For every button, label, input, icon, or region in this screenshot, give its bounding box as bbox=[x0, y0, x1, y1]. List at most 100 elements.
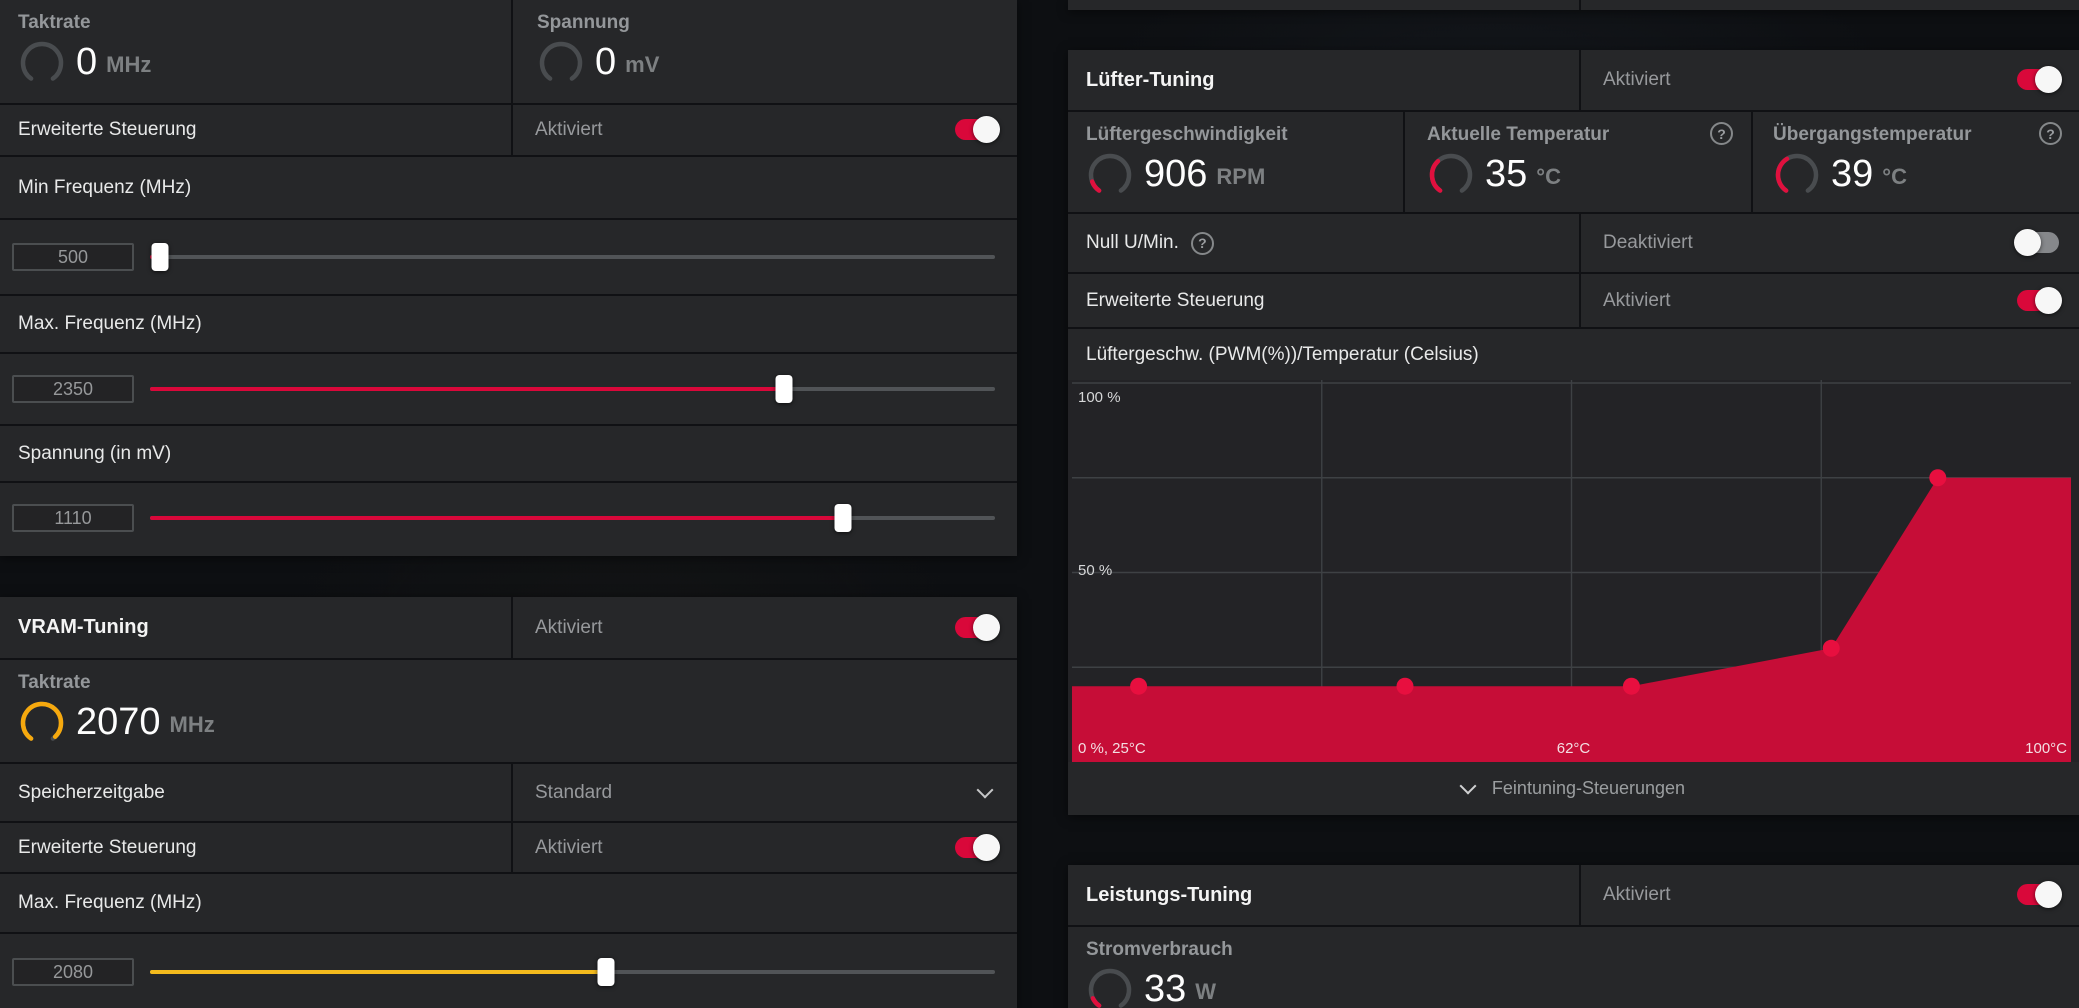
gpu-clock-gauge-icon bbox=[18, 38, 66, 86]
junction-temp-label: Übergangstemperatur bbox=[1773, 124, 1972, 145]
xlabel-right: 100°C bbox=[2025, 740, 2067, 757]
slider-handle[interactable] bbox=[775, 375, 793, 403]
voltage-slider-label: Spannung (in mV) bbox=[18, 442, 172, 464]
vram-enable-toggle[interactable] bbox=[955, 613, 1000, 641]
fan-advanced-toggle[interactable] bbox=[2017, 286, 2062, 314]
fan-advanced-row: Erweiterte Steuerung Aktiviert bbox=[1068, 274, 2079, 327]
slider-track[interactable] bbox=[150, 387, 995, 391]
slider-handle[interactable] bbox=[597, 958, 615, 986]
gpu-clock-value: 0 bbox=[76, 40, 98, 83]
current-temp-gauge-icon bbox=[1427, 150, 1475, 198]
gpu-clock-cell: Taktrate 0 MHz bbox=[0, 0, 511, 103]
fan-tuning-card: Lüfter-Tuning Aktiviert Lüftergeschwindi… bbox=[1068, 50, 2079, 815]
voltage-value-box[interactable]: 1110 bbox=[12, 504, 134, 532]
gpu-clock-label: Taktrate bbox=[18, 12, 91, 33]
vram-max-freq-label: Max. Frequenz (MHz) bbox=[18, 892, 202, 913]
current-temp-value: 35 bbox=[1485, 152, 1528, 195]
fan-advanced-label: Erweiterte Steuerung bbox=[1086, 289, 1265, 311]
voltage-slider[interactable] bbox=[150, 483, 995, 553]
vram-max-freq-slider[interactable] bbox=[150, 934, 995, 1008]
fan-speed-gauge-icon bbox=[1086, 150, 1134, 198]
gpu-advanced-label: Erweiterte Steuerung bbox=[18, 119, 197, 140]
max-freq-label: Max. Frequenz (MHz) bbox=[18, 313, 202, 334]
power-enable-toggle[interactable] bbox=[2017, 881, 2062, 908]
power-title: Leistungs-Tuning bbox=[1086, 883, 1253, 906]
previous-card-edge bbox=[1068, 0, 2079, 10]
fan-curve-point[interactable] bbox=[1822, 639, 1840, 657]
fine-tuning-expander[interactable]: Feintuning-Steuerungen bbox=[1068, 762, 2079, 815]
vram-clock-gauge-icon bbox=[18, 698, 66, 746]
vram-clock-row: Taktrate 2070 MHz bbox=[0, 660, 1017, 762]
vram-state: Aktiviert bbox=[535, 616, 603, 638]
vram-clock-unit: MHz bbox=[169, 711, 215, 737]
power-consumption-value: 33 bbox=[1144, 967, 1187, 1008]
gpu-voltage-value: 0 bbox=[595, 40, 617, 83]
vram-max-freq-value-box[interactable]: 2080 bbox=[12, 958, 134, 986]
gpu-voltage-unit: mV bbox=[625, 51, 660, 77]
chevron-down-icon bbox=[1459, 777, 1477, 794]
xlabel-mid: 62°C bbox=[1556, 740, 1591, 757]
vram-advanced-row: Erweiterte Steuerung Aktiviert bbox=[0, 823, 1017, 872]
gpu-advanced-row: Erweiterte Steuerung Aktiviert bbox=[0, 105, 1017, 155]
fan-speed-value: 906 bbox=[1144, 152, 1208, 195]
fan-curve-chart[interactable]: 100 % 50 % 0 %, 25°C 62°C 100°C bbox=[1068, 380, 2079, 762]
gpu-gauges-row: Taktrate 0 MHz Spannung 0 mV bbox=[0, 0, 1017, 103]
slider-track[interactable] bbox=[150, 970, 995, 974]
slider-handle[interactable] bbox=[151, 243, 169, 271]
max-freq-slider-row: 2350 bbox=[0, 354, 1017, 424]
fan-curve-point[interactable] bbox=[1622, 677, 1640, 695]
gpu-advanced-toggle[interactable] bbox=[955, 116, 1000, 143]
memory-timing-row: Speicherzeitgabe Standard bbox=[0, 764, 1017, 821]
power-header-row: Leistungs-Tuning Aktiviert bbox=[1068, 865, 2079, 925]
help-icon[interactable]: ? bbox=[1190, 231, 1214, 255]
ytick-100: 100 % bbox=[1078, 389, 1121, 406]
min-freq-slider-row: 500 bbox=[0, 220, 1017, 294]
power-consumption-unit: W bbox=[1195, 978, 1217, 1004]
voltage-slider-label-row: Spannung (in mV) bbox=[0, 426, 1017, 481]
current-temp-cell: Aktuelle Temperatur ? 35 °C bbox=[1403, 112, 1749, 212]
junction-temp-value: 39 bbox=[1831, 152, 1874, 195]
vram-clock-label: Taktrate bbox=[18, 672, 91, 693]
zero-rpm-row: Null U/Min. ? Deaktiviert bbox=[1068, 214, 2079, 272]
chevron-down-icon[interactable] bbox=[976, 781, 994, 798]
vram-header-row: VRAM-Tuning Aktiviert bbox=[0, 597, 1017, 658]
power-consumption-gauge-icon bbox=[1086, 965, 1134, 1008]
fan-curve-point[interactable] bbox=[1929, 469, 1947, 487]
vram-max-freq-label-row: Max. Frequenz (MHz) bbox=[0, 874, 1017, 932]
gpu-voltage-label: Spannung bbox=[537, 12, 630, 33]
junction-temp-unit: °C bbox=[1882, 163, 1907, 189]
power-consumption-cell: Stromverbrauch 33 W bbox=[1068, 927, 2079, 1008]
fan-enable-toggle[interactable] bbox=[2017, 66, 2062, 93]
vram-advanced-label: Erweiterte Steuerung bbox=[18, 836, 197, 858]
xlabel-left: 0 %, 25°C bbox=[1078, 740, 1146, 757]
gpu-advanced-state: Aktiviert bbox=[535, 119, 603, 140]
max-freq-slider[interactable] bbox=[150, 354, 995, 424]
power-consumption-row: Stromverbrauch 33 W bbox=[1068, 927, 2079, 1008]
slider-handle[interactable] bbox=[834, 504, 852, 532]
fan-curve-point[interactable] bbox=[1130, 677, 1148, 695]
memory-timing-value: Standard bbox=[535, 781, 613, 803]
zero-rpm-toggle[interactable] bbox=[2014, 229, 2059, 256]
gpu-clock-unit: MHz bbox=[106, 51, 152, 77]
max-freq-value-box[interactable]: 2350 bbox=[12, 375, 134, 403]
gpu-voltage-cell: Spannung 0 mV bbox=[511, 0, 1017, 103]
fine-tuning-label: Feintuning-Steuerungen bbox=[1491, 778, 1686, 798]
fan-title: Lüfter-Tuning bbox=[1086, 68, 1215, 91]
fan-speed-cell: Lüftergeschwindigkeit 906 RPM bbox=[1068, 112, 1403, 212]
fan-speed-label: Lüftergeschwindigkeit bbox=[1086, 124, 1288, 145]
fan-curve-point[interactable] bbox=[1396, 677, 1414, 695]
help-icon[interactable]: ? bbox=[1710, 122, 1733, 145]
memory-timing-dropdown[interactable]: Standard bbox=[511, 764, 1017, 821]
junction-temp-cell: Übergangstemperatur ? 39 °C bbox=[1749, 112, 2079, 212]
slider-track[interactable] bbox=[150, 516, 995, 520]
fan-advanced-state: Aktiviert bbox=[1603, 289, 1671, 311]
vram-advanced-toggle[interactable] bbox=[955, 833, 1000, 861]
fan-gauges-row: Lüftergeschwindigkeit 906 RPM Aktuelle T… bbox=[1068, 112, 2079, 212]
help-icon[interactable]: ? bbox=[2039, 122, 2062, 145]
gpu-tuning-card: Taktrate 0 MHz Spannung 0 mV Erweiterte … bbox=[0, 0, 1017, 556]
min-freq-value-box[interactable]: 500 bbox=[12, 243, 134, 271]
min-freq-slider[interactable] bbox=[150, 220, 995, 294]
vram-max-freq-slider-row: 2080 bbox=[0, 934, 1017, 1008]
slider-track[interactable] bbox=[150, 255, 995, 259]
vram-title: VRAM-Tuning bbox=[18, 616, 149, 638]
